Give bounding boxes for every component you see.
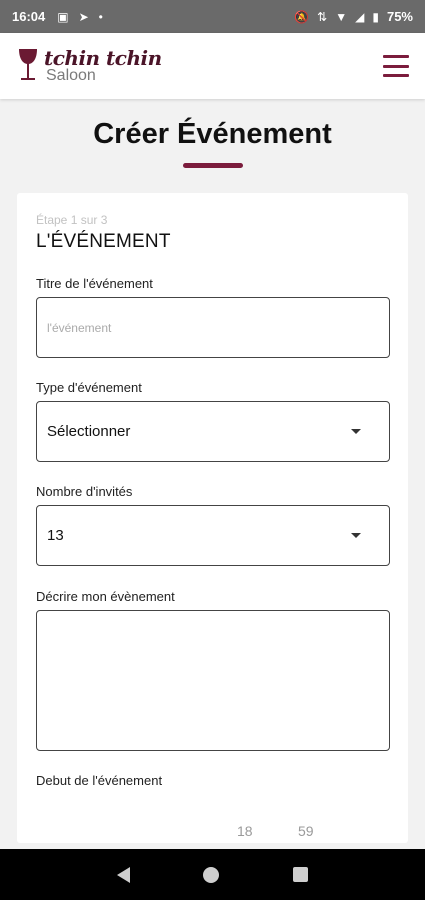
event-start-label: Debut de l'événement — [36, 773, 163, 788]
event-title-label: Titre de l'événement — [36, 276, 153, 291]
event-title-input[interactable]: l'événement — [36, 297, 390, 358]
signal-icon: ◢ — [355, 9, 365, 24]
event-type-value: Sélectionner — [47, 423, 131, 440]
guests-count-value: 13 — [47, 527, 64, 544]
dot-icon: • — [98, 9, 103, 24]
status-time: 16:04 — [12, 9, 46, 24]
menu-icon[interactable] — [383, 55, 409, 77]
battery-level: 75% — [386, 9, 413, 24]
data-arrows-icon: ⇅ — [317, 9, 328, 24]
description-textarea[interactable] — [36, 610, 390, 751]
dropdown-arrow-icon — [351, 429, 361, 434]
event-type-select[interactable]: Sélectionner — [36, 401, 390, 462]
guests-count-label: Nombre d'invités — [36, 484, 133, 499]
dropdown-arrow-icon — [351, 533, 361, 538]
brand-subtitle: Saloon — [46, 67, 96, 84]
event-form-card: Étape 1 sur 3 L'ÉVÉNEMENT Titre de l'évé… — [17, 193, 408, 843]
brand-logo[interactable]: tchin tchin Saloon — [16, 47, 162, 85]
home-icon[interactable] — [203, 866, 220, 883]
event-title-placeholder: l'événement — [47, 320, 112, 335]
status-bar: 16:04 ▣ ➤ • 🔕 ⇅ ▼ ◢ ▮ 75% — [0, 0, 425, 33]
mute-icon: 🔕 — [294, 9, 310, 24]
app-header: tchin tchin Saloon — [0, 33, 425, 99]
back-icon[interactable] — [116, 866, 130, 883]
battery-icon: ▮ — [372, 9, 379, 24]
section-title: L'ÉVÉNEMENT — [36, 231, 171, 252]
guests-count-select[interactable]: 13 — [36, 505, 390, 566]
wine-glass-icon — [19, 49, 37, 80]
title-underline — [183, 163, 243, 168]
recent-apps-icon[interactable] — [293, 867, 309, 882]
description-label: Décrire mon évènement — [36, 589, 175, 604]
start-hour-picker[interactable]: 18 — [237, 823, 253, 839]
start-minute-picker[interactable]: 59 — [298, 823, 314, 839]
page-title: Créer Événement — [93, 118, 332, 150]
brand-name: tchin tchin — [44, 46, 162, 70]
system-nav-bar — [0, 849, 425, 900]
gallery-icon: ▣ — [57, 9, 69, 24]
wifi-icon: ▼ — [335, 9, 348, 24]
step-indicator: Étape 1 sur 3 — [36, 213, 108, 227]
event-type-label: Type d'événement — [36, 380, 142, 395]
telegram-icon: ➤ — [78, 9, 89, 24]
